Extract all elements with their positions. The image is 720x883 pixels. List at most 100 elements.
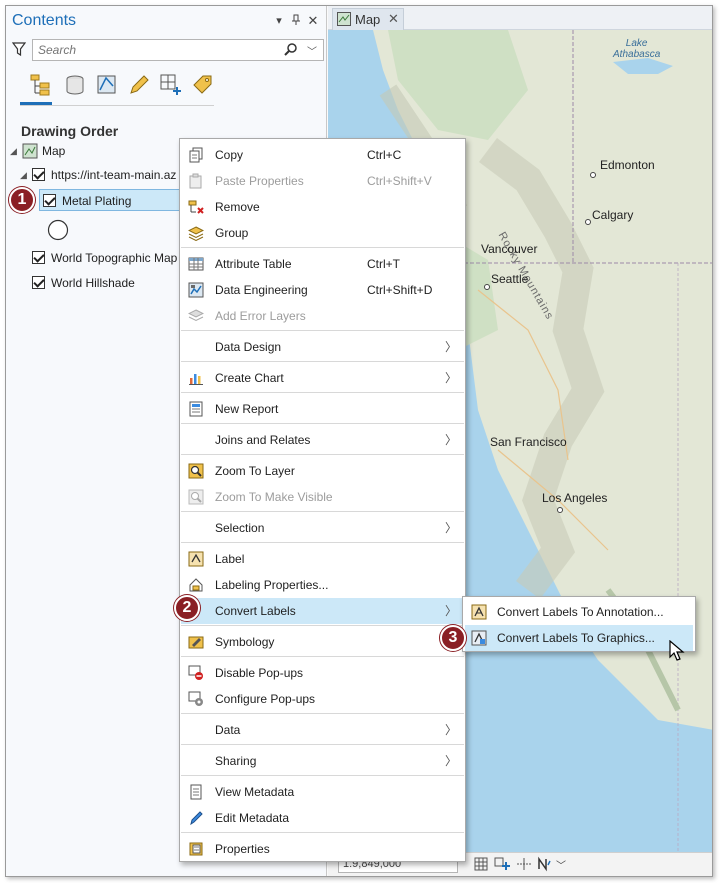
tree-item-layer[interactable]: World Topographic Map: [30, 247, 185, 269]
menu-item-view-metadata[interactable]: View Metadata: [181, 779, 464, 805]
filter-icon[interactable]: [12, 41, 26, 57]
contents-header: Contents ▾ ✕: [6, 6, 327, 36]
city-marker: [557, 507, 563, 513]
snapping-icon[interactable]: [494, 857, 510, 871]
list-by-drawing-order-icon[interactable]: [28, 72, 54, 98]
tree-item-selected-layer[interactable]: Metal Plating: [39, 189, 184, 211]
menu-item-joins-and-relates[interactable]: Joins and Relates 〉: [181, 427, 464, 453]
menu-item-group[interactable]: Group: [181, 220, 464, 246]
graphics-icon: [471, 630, 487, 646]
symbology-icon: [188, 636, 204, 649]
menu-divider: [181, 330, 464, 331]
menu-item-sharing[interactable]: Sharing 〉: [181, 748, 464, 774]
menu-divider: [181, 832, 464, 833]
remove-layer-icon: [188, 200, 204, 214]
menu-item-edit-metadata[interactable]: Edit Metadata: [181, 805, 464, 831]
search-icon[interactable]: [283, 42, 299, 58]
chevron-down-icon[interactable]: ﹀: [556, 857, 566, 872]
menu-item-properties[interactable]: Properties: [181, 836, 464, 862]
menu-divider: [181, 454, 464, 455]
north-arrow-icon[interactable]: [536, 856, 552, 872]
list-by-source-icon[interactable]: [62, 72, 88, 98]
menu-item-convert-to-annotation[interactable]: Convert Labels To Annotation...: [465, 599, 693, 625]
copy-icon: [189, 147, 203, 163]
menu-divider: [181, 511, 464, 512]
menu-item-configure-popups[interactable]: Configure Pop-ups: [181, 686, 464, 712]
menu-item-data-engineering[interactable]: Data Engineering Ctrl+Shift+D: [181, 277, 464, 303]
zoom-to-layer-icon: [188, 463, 204, 479]
menu-item-convert-to-graphics[interactable]: Convert Labels To Graphics...: [465, 625, 693, 651]
annotation-icon: [471, 604, 487, 620]
menu-item-convert-labels[interactable]: Convert Labels 〉: [181, 598, 464, 624]
layer-visibility-checkbox[interactable]: [43, 194, 56, 207]
list-by-editing-icon[interactable]: [126, 72, 152, 98]
measure-icon[interactable]: [516, 857, 532, 871]
menu-item-new-report[interactable]: New Report: [181, 396, 464, 422]
table-icon: [188, 257, 204, 271]
menu-item-data-design[interactable]: Data Design 〉: [181, 334, 464, 360]
collapse-triangle-icon[interactable]: ◢: [20, 164, 27, 186]
toolbar-divider: [20, 105, 214, 106]
tree-item-label: World Topographic Map: [51, 251, 178, 265]
list-by-labeling-icon[interactable]: [190, 72, 216, 98]
step-badge: 2: [174, 595, 200, 621]
menu-item-zoom-to-layer[interactable]: Zoom To Layer: [181, 458, 464, 484]
zoom-visible-icon: [188, 489, 204, 505]
menu-item-remove[interactable]: Remove: [181, 194, 464, 220]
city-marker: [590, 172, 596, 178]
pin-icon[interactable]: [289, 14, 303, 28]
configure-popups-icon: [188, 691, 203, 706]
menu-item-selection[interactable]: Selection 〉: [181, 515, 464, 541]
list-by-selection-icon[interactable]: [94, 72, 120, 98]
layer-visibility-checkbox[interactable]: [32, 276, 45, 289]
tab-label: Map: [355, 12, 381, 27]
menu-item-symbology[interactable]: Symbology: [181, 629, 464, 655]
paste-icon: [189, 173, 202, 189]
layer-symbol-circle-icon[interactable]: [47, 219, 69, 241]
chevron-right-icon: 〉: [445, 521, 458, 535]
menu-item-zoom-to-make-visible[interactable]: Zoom To Make Visible: [181, 484, 464, 510]
view-metadata-icon: [190, 784, 202, 800]
map-label-lake: Lake Athabasca: [613, 38, 661, 60]
layer-visibility-checkbox[interactable]: [32, 251, 45, 264]
collapse-triangle-icon[interactable]: ◢: [10, 140, 17, 162]
menu-item-paste-properties[interactable]: Paste Properties Ctrl+Shift+V: [181, 168, 464, 194]
tab-map[interactable]: Map ✕: [332, 8, 404, 30]
search-input[interactable]: [33, 40, 273, 60]
properties-icon: [189, 842, 203, 856]
menu-divider: [181, 656, 464, 657]
search-row: ﹀: [10, 39, 324, 61]
labeling-properties-icon: [189, 578, 203, 592]
city-label: Los Angeles: [542, 491, 608, 505]
close-pane-icon[interactable]: ✕: [306, 14, 320, 28]
close-tab-icon[interactable]: ✕: [388, 11, 399, 27]
tree-item-layer[interactable]: World Hillshade: [30, 272, 185, 294]
menu-item-data[interactable]: Data 〉: [181, 717, 464, 743]
city-label: San Francisco: [490, 435, 567, 449]
menu-item-create-chart[interactable]: Create Chart 〉: [181, 365, 464, 391]
group-layers-icon: [188, 226, 204, 241]
menu-item-labeling-properties[interactable]: Labeling Properties...: [181, 572, 464, 598]
map-tabbar: Map ✕: [328, 6, 712, 30]
grid-icon[interactable]: [474, 857, 488, 871]
chevron-right-icon: 〉: [445, 723, 458, 737]
menu-divider: [181, 423, 464, 424]
city-marker: [585, 219, 591, 225]
menu-item-label[interactable]: Label: [181, 546, 464, 572]
list-by-snapping-icon[interactable]: [158, 72, 184, 98]
city-label: Vancouver: [481, 242, 538, 256]
menu-item-disable-popups[interactable]: Disable Pop-ups: [181, 660, 464, 686]
map-icon: [337, 12, 351, 26]
menu-divider: [181, 247, 464, 248]
menu-item-copy[interactable]: Copy Ctrl+C: [181, 142, 464, 168]
layer-visibility-checkbox[interactable]: [32, 168, 45, 181]
menu-item-attribute-table[interactable]: Attribute Table Ctrl+T: [181, 251, 464, 277]
menu-divider: [181, 361, 464, 362]
step-badge: 1: [9, 187, 35, 213]
menu-divider: [181, 625, 464, 626]
pane-options-icon[interactable]: ▾: [272, 14, 286, 28]
menu-divider: [181, 392, 464, 393]
layer-context-menu: Copy Ctrl+C Paste Properties Ctrl+Shift+…: [179, 138, 466, 862]
menu-item-add-error-layers[interactable]: Add Error Layers: [181, 303, 464, 329]
chevron-down-icon[interactable]: ﹀: [307, 43, 319, 58]
